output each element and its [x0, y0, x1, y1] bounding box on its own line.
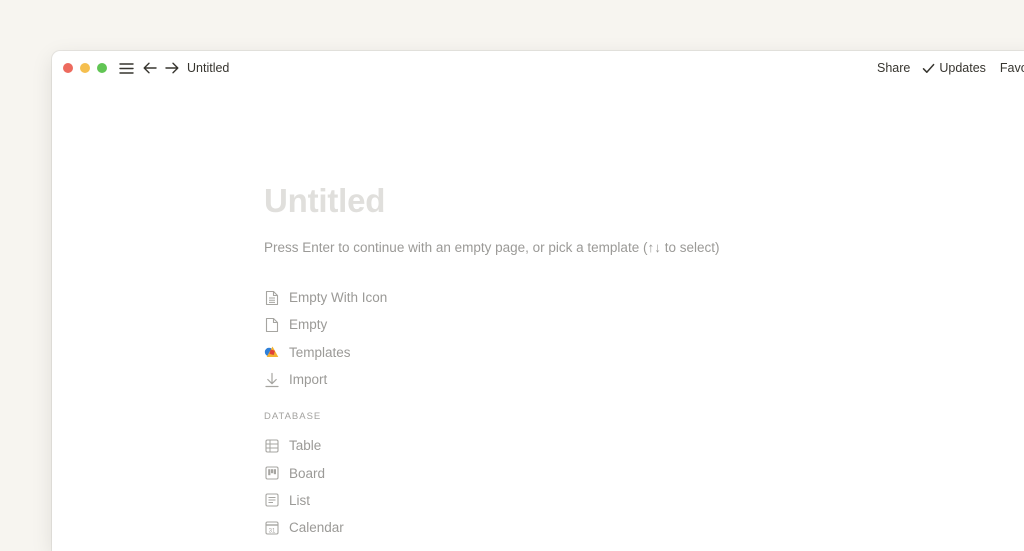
option-label: Table	[289, 438, 322, 454]
option-label: List	[289, 492, 311, 508]
empty-page-icon	[264, 317, 280, 333]
option-templates[interactable]: Templates	[264, 339, 864, 366]
option-label: Empty	[289, 317, 328, 333]
table-icon	[264, 438, 280, 454]
database-options: Table Board List 31 Calendar	[264, 432, 864, 541]
back-arrow-icon[interactable]	[142, 60, 158, 76]
page-title-input[interactable]: Untitled	[264, 181, 864, 221]
template-hint: Press Enter to continue with an empty pa…	[264, 240, 720, 255]
option-label: Board	[289, 465, 326, 481]
option-list[interactable]: List	[264, 487, 864, 514]
zoom-window-button[interactable]	[97, 63, 107, 73]
updates-label: Updates	[939, 61, 986, 75]
option-label: Import	[289, 372, 328, 388]
forward-arrow-icon[interactable]	[164, 60, 180, 76]
favorite-button[interactable]: Favorite	[1000, 61, 1024, 75]
check-icon	[922, 62, 935, 75]
share-button[interactable]: Share	[877, 61, 910, 75]
traffic-lights	[63, 63, 114, 73]
option-empty-with-icon[interactable]: Empty With Icon	[264, 284, 864, 311]
sidebar-menu-icon[interactable]	[117, 59, 135, 77]
close-window-button[interactable]	[63, 63, 73, 73]
option-import[interactable]: Import	[264, 366, 864, 393]
option-label: Calendar	[289, 520, 344, 536]
calendar-icon: 31	[264, 520, 280, 536]
top-actions: Share Updates Favorite	[877, 51, 1024, 85]
option-table[interactable]: Table	[264, 432, 864, 459]
top-bar: Untitled Share Updates Favorite	[52, 51, 1024, 85]
option-board[interactable]: Board	[264, 459, 864, 486]
templates-shapes-icon	[264, 344, 280, 360]
option-label: Empty With Icon	[289, 290, 388, 306]
option-label: Templates	[289, 344, 351, 360]
list-icon	[264, 492, 280, 508]
option-calendar[interactable]: 31 Calendar	[264, 514, 864, 541]
updates-button[interactable]: Updates	[922, 61, 986, 75]
app-window: Untitled Share Updates Favorite Untitled…	[52, 51, 1024, 551]
download-arrow-icon	[264, 372, 280, 388]
minimize-window-button[interactable]	[80, 63, 90, 73]
database-section-label: DATABASE	[264, 411, 322, 423]
template-options: Empty With Icon Empty Templates Import	[264, 284, 864, 393]
svg-text:31: 31	[269, 528, 276, 534]
option-empty[interactable]: Empty	[264, 311, 864, 338]
page-content: Untitled Press Enter to continue with an…	[264, 181, 864, 541]
breadcrumb-page-title[interactable]: Untitled	[187, 61, 229, 75]
board-icon	[264, 465, 280, 481]
page-with-text-icon	[264, 290, 280, 306]
